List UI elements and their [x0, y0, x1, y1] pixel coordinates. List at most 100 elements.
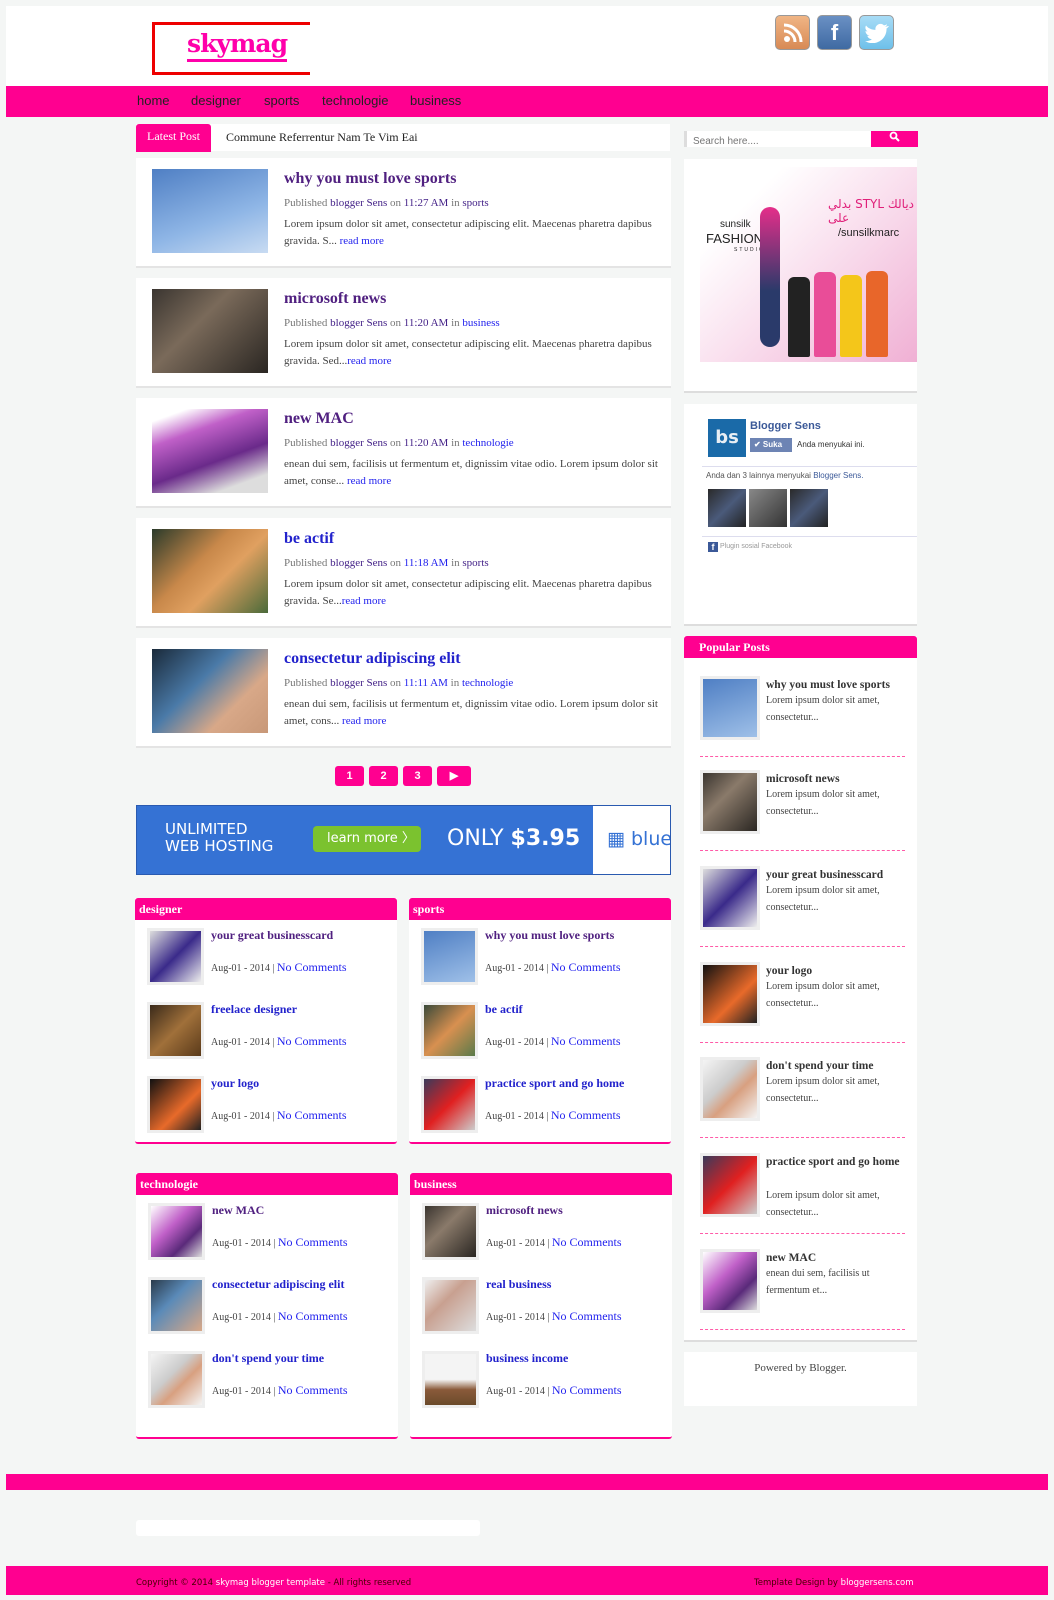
post-thumbnail[interactable]	[422, 1203, 479, 1260]
post-thumbnail[interactable]	[421, 1002, 478, 1059]
post-thumbnail[interactable]	[152, 409, 268, 493]
facebook-page-avatar[interactable]: bs	[708, 419, 746, 457]
post-category[interactable]: technologie	[462, 437, 513, 449]
post-thumbnail[interactable]	[700, 1057, 760, 1121]
hosting-ad-banner[interactable]: UNLIMITED WEB HOSTING learn more 〉 ONLY $…	[136, 805, 671, 875]
post-title-link[interactable]: why you must love sports	[485, 928, 614, 943]
post-title[interactable]: new MAC	[284, 410, 354, 428]
post-time[interactable]: 11:27 AM	[404, 197, 449, 209]
comments-link[interactable]: No Comments	[277, 1034, 347, 1048]
post-time[interactable]: 11:20 AM	[404, 437, 449, 449]
post-thumbnail[interactable]	[700, 866, 760, 930]
facebook-like-button[interactable]: ✔ Suka	[750, 438, 792, 452]
comments-link[interactable]: No Comments	[552, 1383, 622, 1397]
post-title-link[interactable]: your logo	[211, 1076, 259, 1091]
post-title-link[interactable]: real business	[486, 1277, 551, 1292]
facebook-icon[interactable]: f	[817, 15, 852, 50]
facebook-friend-avatar[interactable]	[749, 489, 787, 527]
post-title-link[interactable]: new MAC	[212, 1203, 264, 1218]
post-thumbnail[interactable]	[700, 1249, 760, 1313]
page-2-button[interactable]: 2	[369, 766, 398, 786]
nav-technologie[interactable]: technologie	[322, 93, 389, 108]
category-title[interactable]: designer	[135, 898, 397, 920]
post-title[interactable]: be actif	[284, 530, 334, 548]
post-thumbnail[interactable]	[421, 1076, 478, 1133]
post-thumbnail[interactable]	[700, 676, 760, 740]
facebook-friend-avatar[interactable]	[790, 489, 828, 527]
post-title-link[interactable]: your great businesscard	[211, 928, 333, 943]
comments-link[interactable]: No Comments	[277, 960, 347, 974]
read-more-link[interactable]: read more	[342, 595, 386, 607]
post-category[interactable]: sports	[462, 197, 488, 209]
comments-link[interactable]: No Comments	[552, 1309, 622, 1323]
nav-home[interactable]: home	[137, 93, 170, 108]
post-thumbnail[interactable]	[148, 1203, 205, 1260]
post-author[interactable]: blogger Sens	[330, 677, 387, 689]
post-time[interactable]: 11:11 AM	[404, 677, 448, 689]
post-title[interactable]: why you must love sports	[284, 170, 456, 188]
comments-link[interactable]: No Comments	[551, 1034, 621, 1048]
post-thumbnail[interactable]	[152, 289, 268, 373]
nav-sports[interactable]: sports	[264, 93, 299, 108]
post-author[interactable]: blogger Sens	[330, 437, 387, 449]
post-thumbnail[interactable]	[147, 1076, 204, 1133]
ad-learn-more-button[interactable]: learn more 〉	[313, 826, 421, 852]
post-title-link[interactable]: don't spend your time	[212, 1351, 324, 1366]
post-thumbnail[interactable]	[152, 649, 268, 733]
comments-link[interactable]: No Comments	[551, 960, 621, 974]
post-title-link[interactable]: consectetur adipiscing elit	[212, 1277, 344, 1292]
page-3-button[interactable]: 3	[403, 766, 432, 786]
comments-link[interactable]: No Comments	[278, 1309, 348, 1323]
post-thumbnail[interactable]	[700, 770, 760, 834]
post-author[interactable]: blogger Sens	[330, 317, 387, 329]
logo-text[interactable]: skymag	[187, 29, 288, 62]
nav-designer[interactable]: designer	[191, 93, 241, 108]
post-time[interactable]: 11:20 AM	[404, 317, 449, 329]
nav-business[interactable]: business	[410, 93, 461, 108]
comments-link[interactable]: No Comments	[552, 1235, 622, 1249]
comments-link[interactable]: No Comments	[278, 1383, 348, 1397]
post-title-link[interactable]: be actif	[485, 1002, 523, 1017]
read-more-link[interactable]: read more	[347, 355, 391, 367]
read-more-link[interactable]: read more	[340, 235, 384, 247]
post-category[interactable]: technologie	[462, 677, 513, 689]
post-thumbnail[interactable]	[148, 1277, 205, 1334]
comments-link[interactable]: No Comments	[551, 1108, 621, 1122]
sunsilk-ad-image[interactable]: sunsilk FASHION STUDIO بدلي STYL ديالك ع…	[700, 167, 917, 362]
post-thumbnail[interactable]	[422, 1277, 479, 1334]
post-thumbnail[interactable]	[152, 169, 268, 253]
latest-post-link[interactable]: Commune Referrentur Nam Te Vim Eai	[226, 130, 418, 145]
read-more-link[interactable]: read more	[347, 475, 391, 487]
post-title[interactable]: consectetur adipiscing elit	[284, 650, 461, 668]
designer-link[interactable]: bloggersens.com	[841, 1578, 914, 1588]
search-button[interactable]	[871, 131, 918, 147]
template-link[interactable]: skymag blogger template	[216, 1578, 325, 1588]
post-thumbnail[interactable]	[700, 962, 760, 1026]
post-thumbnail[interactable]	[147, 1002, 204, 1059]
comments-link[interactable]: No Comments	[277, 1108, 347, 1122]
post-title-link[interactable]: business income	[486, 1351, 568, 1366]
post-thumbnail[interactable]	[700, 1153, 760, 1217]
post-time[interactable]: 11:18 AM	[404, 557, 449, 569]
next-page-button[interactable]: ▶	[437, 766, 471, 786]
post-category[interactable]: business	[462, 317, 499, 329]
logo[interactable]: skymag	[152, 22, 310, 75]
powered-by-blogger[interactable]: Powered by Blogger.	[684, 1352, 917, 1406]
post-thumbnail[interactable]	[147, 928, 204, 985]
post-category[interactable]: sports	[462, 557, 488, 569]
post-title-link[interactable]: microsoft news	[486, 1203, 563, 1218]
post-author[interactable]: blogger Sens	[330, 557, 387, 569]
page-1-button[interactable]: 1	[335, 766, 364, 786]
facebook-page-name[interactable]: Blogger Sens	[750, 420, 821, 432]
rss-icon[interactable]	[775, 15, 810, 50]
post-thumbnail[interactable]	[148, 1351, 205, 1408]
post-thumbnail[interactable]	[152, 529, 268, 613]
category-title[interactable]: sports	[409, 898, 671, 920]
category-title[interactable]: business	[410, 1173, 672, 1195]
post-author[interactable]: blogger Sens	[330, 197, 387, 209]
post-title[interactable]: microsoft news	[284, 290, 386, 308]
popular-post-title[interactable]: practice sport and go home	[766, 1153, 906, 1171]
post-thumbnail[interactable]	[422, 1351, 479, 1408]
post-title-link[interactable]: practice sport and go home	[485, 1076, 624, 1091]
twitter-icon[interactable]	[859, 15, 894, 50]
